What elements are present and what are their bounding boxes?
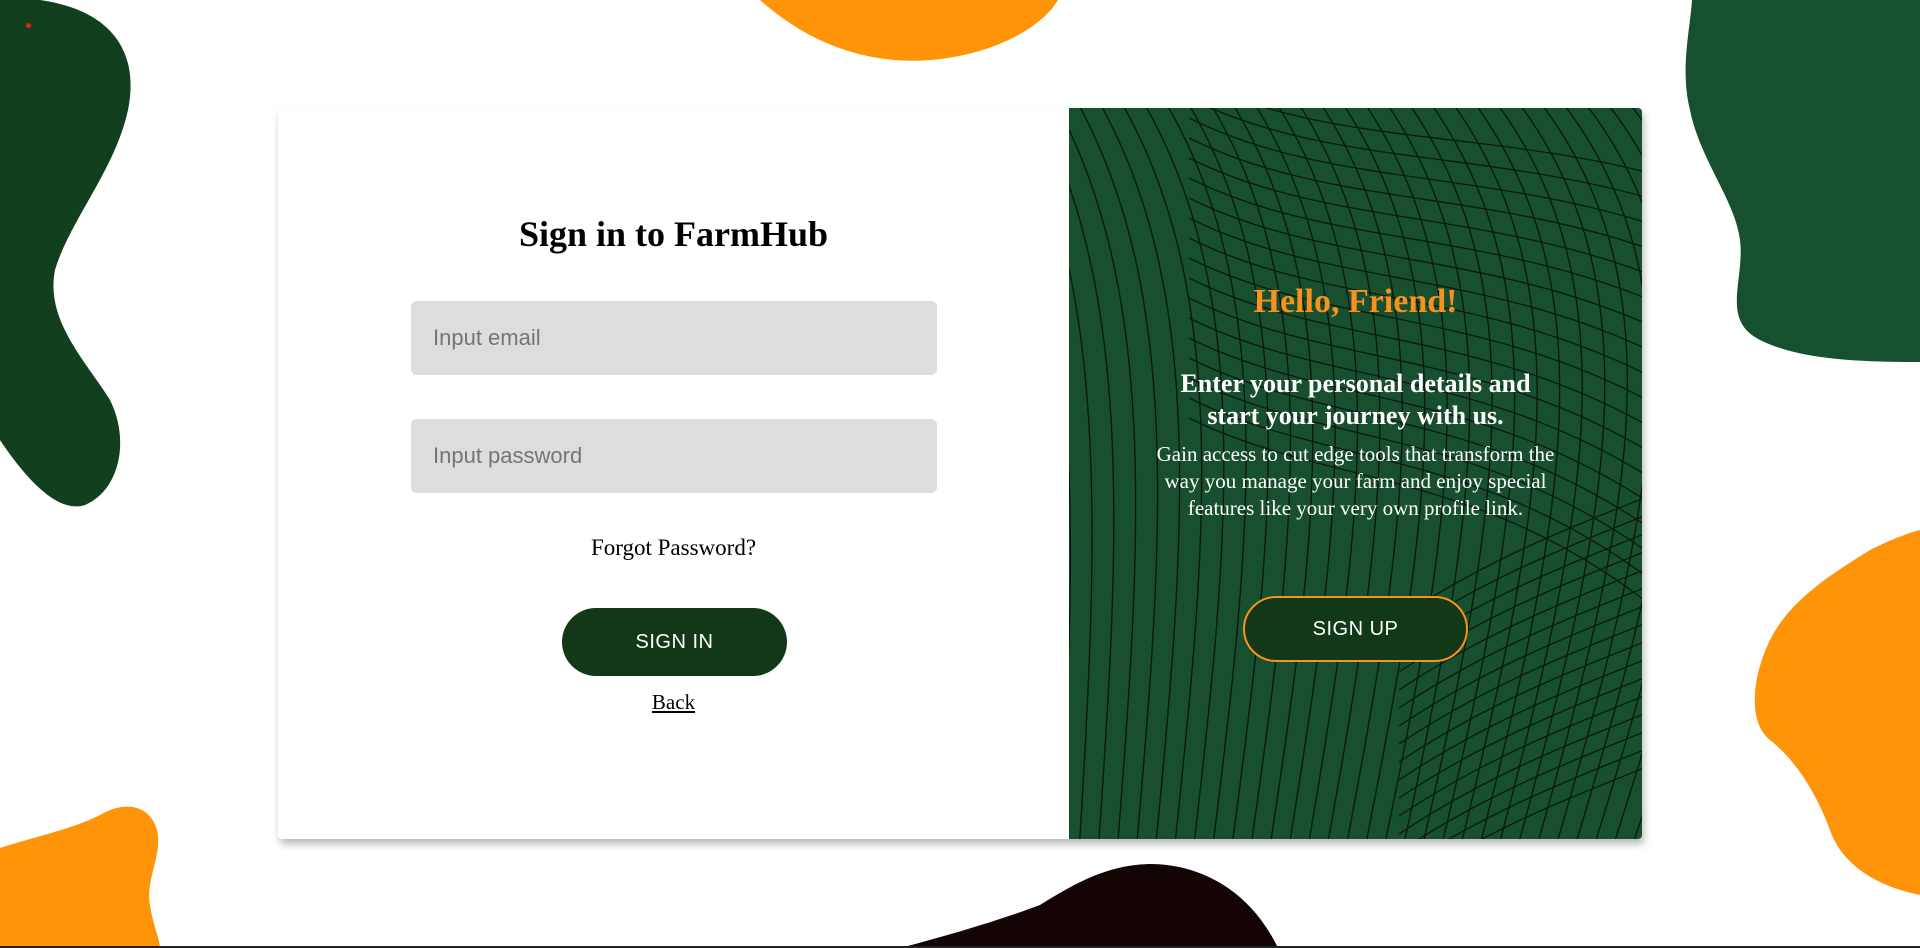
password-input[interactable] xyxy=(411,419,937,493)
signin-form: Sign in to FarmHub Forgot Password? SIGN… xyxy=(278,108,1069,839)
top-center-orange-blob xyxy=(760,0,1058,61)
page-background: Sign in to FarmHub Forgot Password? SIGN… xyxy=(0,0,1920,948)
welcome-subheading: Enter your personal details and start yo… xyxy=(1180,369,1531,430)
bottom-center-dark-blob xyxy=(900,864,1278,948)
marker-dot xyxy=(26,23,31,28)
top-right-green-blob xyxy=(1685,0,1920,362)
contour-line xyxy=(1398,678,1642,799)
sign-up-button[interactable]: SIGN UP xyxy=(1243,596,1468,662)
right-orange-blob xyxy=(1754,530,1920,895)
contour-line xyxy=(1079,108,1159,839)
page-title: Sign in to FarmHub xyxy=(518,214,829,254)
sign-in-button[interactable]: SIGN IN xyxy=(562,608,787,676)
top-left-green-blob xyxy=(0,0,131,507)
forgot-password-link[interactable]: Forgot Password? xyxy=(278,535,1069,561)
contour-line xyxy=(1188,117,1642,222)
back-link[interactable]: Back xyxy=(278,690,1069,715)
contour-line xyxy=(1398,696,1642,817)
contour-line xyxy=(1614,108,1642,839)
email-input[interactable] xyxy=(411,301,937,375)
contour-line xyxy=(1480,768,1642,839)
contour-line xyxy=(1188,137,1642,248)
contour-line xyxy=(1069,265,1093,839)
contour-line xyxy=(1398,714,1642,835)
contour-line xyxy=(1208,108,1642,197)
welcome-description: Gain access to cut edge tools that trans… xyxy=(1156,442,1555,520)
welcome-heading: Hello, Friend! xyxy=(1253,283,1458,320)
auth-card: Sign in to FarmHub Forgot Password? SIGN… xyxy=(278,108,1642,839)
contour-line xyxy=(1069,455,1072,669)
welcome-panel: Hello, Friend! Enter your personal detai… xyxy=(1069,108,1642,839)
bottom-left-orange-blob xyxy=(0,806,160,948)
